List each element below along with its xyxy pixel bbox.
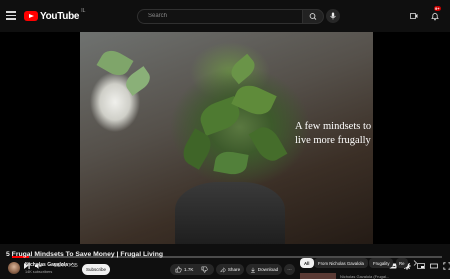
channel-avatar[interactable] [8,262,20,274]
fullscreen-icon[interactable] [443,262,450,270]
leaf-shape [178,128,216,170]
video-title: 5 Frugal Mindsets To Save Money | Frugal… [6,251,163,258]
theater-mode-icon[interactable] [430,262,438,270]
country-code: IL [81,8,86,14]
search-box[interactable] [137,9,309,24]
notifications-bell-icon[interactable] [430,11,440,21]
like-icon[interactable] [175,266,182,273]
more-actions-button[interactable]: ··· [284,264,295,275]
more-label: ··· [287,267,292,272]
notification-badge: 9+ [434,6,441,11]
video-player[interactable]: A few mindsets to live more frugally 0:2… [0,32,450,270]
channel-name[interactable]: Nicholas Gavalola ✓ [25,262,74,268]
share-label: Share [227,267,241,272]
share-button[interactable]: Share [216,264,244,275]
hamburger-menu-icon[interactable] [6,11,16,20]
voice-search-button[interactable] [326,9,340,23]
create-video-icon[interactable] [410,12,418,20]
download-button[interactable]: Download [246,264,282,275]
plant-pot-image [175,182,285,244]
subscriber-count: 14K subscribers [25,270,53,274]
like-dislike-group: 1.7K [170,264,214,275]
search-input[interactable] [146,12,300,20]
leaf-shape [227,53,259,85]
chip-related[interactable]: Re [396,258,408,268]
share-icon [220,266,226,273]
leaf-shape [96,45,134,81]
upnext-title[interactable]: Nicholas Gavalola (Frugal... [340,274,389,279]
search-button[interactable] [302,9,324,24]
play-logo-icon [24,11,38,21]
chip-all[interactable]: All [300,258,314,268]
logo-text: YouTube [40,10,80,22]
leaf-shape [213,149,249,177]
search-icon [309,13,317,20]
chip-from-channel[interactable]: From Nicholas Gavalola [314,258,368,268]
top-bar: YouTube IL 9+ [0,0,450,32]
upnext-thumbnail[interactable] [300,273,336,279]
video-caption-overlay: A few mindsets to live more frugally [295,121,372,146]
leaf-shape [248,122,288,166]
chip-frugality[interactable]: Frugality [369,258,394,268]
microphone-icon [330,12,336,20]
dislike-icon[interactable] [201,266,209,273]
like-count[interactable]: 1.7K [184,267,193,272]
download-icon [250,267,255,273]
chevron-right-icon[interactable] [411,259,419,267]
subscribe-button[interactable]: Subscribe [82,264,110,275]
download-label: Download [257,267,279,272]
youtube-logo[interactable]: YouTube IL [24,8,86,22]
